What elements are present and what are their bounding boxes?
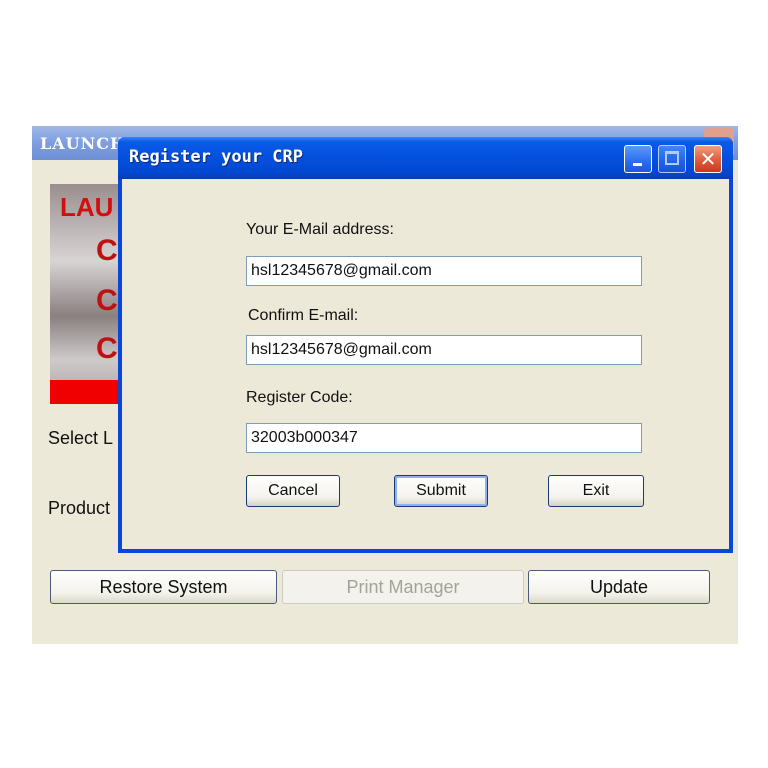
select-language-label: Select L (48, 428, 114, 448)
minimize-button[interactable] (624, 145, 652, 173)
confirm-email-field[interactable]: hsl12345678@gmail.com (246, 335, 642, 365)
minimize-icon (633, 163, 642, 166)
maximize-button (658, 145, 686, 173)
register-dialog: Register your CRP ✕ Your E-Mail address:… (118, 137, 733, 553)
banner-text: LAU (60, 192, 114, 222)
banner-letter: C (96, 234, 118, 267)
register-code-label: Register Code: (246, 389, 353, 406)
email-label: Your E-Mail address: (246, 221, 394, 238)
close-icon: ✕ (699, 147, 717, 171)
exit-button[interactable]: Exit (548, 475, 644, 507)
banner-letter: C (96, 332, 118, 365)
dialog-titlebar[interactable]: Register your CRP ✕ (118, 137, 733, 179)
submit-button[interactable]: Submit (394, 475, 488, 507)
update-button[interactable]: Update (528, 570, 710, 604)
dialog-title: Register your CRP (129, 147, 303, 167)
background-window-title: LAUNCH (40, 134, 127, 153)
close-button[interactable]: ✕ (694, 145, 722, 173)
email-field[interactable]: hsl12345678@gmail.com (246, 256, 642, 286)
product-label: Product (48, 498, 111, 518)
restore-system-button[interactable]: Restore System (50, 570, 277, 604)
confirm-email-label: Confirm E-mail: (248, 307, 359, 324)
print-manager-button: Print Manager (282, 570, 524, 604)
maximize-icon (665, 151, 679, 165)
register-code-field[interactable]: 32003b000347 (246, 423, 642, 453)
banner-letter: C (96, 284, 118, 317)
dialog-body: Your E-Mail address: hsl12345678@gmail.c… (122, 179, 729, 549)
cancel-button[interactable]: Cancel (246, 475, 340, 507)
